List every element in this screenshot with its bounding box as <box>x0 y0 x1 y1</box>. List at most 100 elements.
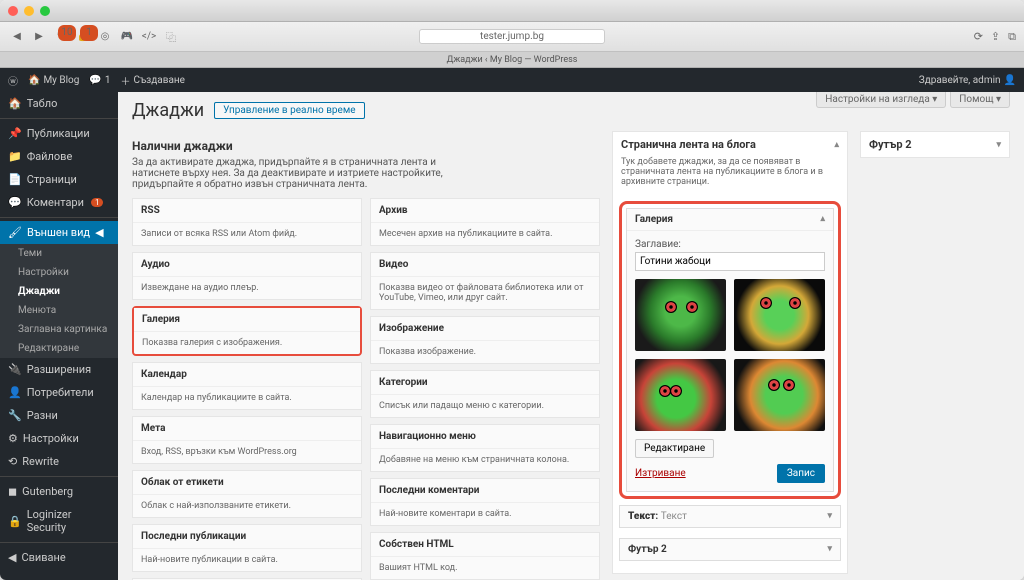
widget-desc: Добавяне на меню към страничната колона. <box>371 449 599 471</box>
widget-title[interactable]: Собствен HTML <box>371 533 599 557</box>
thumb-frog-1[interactable] <box>635 279 726 351</box>
available-widget[interactable]: КалендарКалендар на публикациите в сайта… <box>132 362 362 410</box>
gallery-title-input[interactable] <box>635 252 825 271</box>
menu-rewrite[interactable]: ⟲ Rewrite <box>0 450 118 473</box>
address-bar[interactable]: tester.jump.bg <box>419 29 605 44</box>
back-button[interactable]: ◀ <box>8 29 26 45</box>
gallery-delete-link[interactable]: Изтриване <box>635 468 686 479</box>
widget-desc: Облак с най-използваните етикети. <box>133 495 361 517</box>
widget-desc: Календар на публикациите в сайта. <box>133 387 361 409</box>
available-widget[interactable]: Навигационно менюДобавяне на меню към ст… <box>370 424 600 472</box>
available-widget[interactable]: ВидеоПоказва видео от файловата библиоте… <box>370 252 600 310</box>
thumb-frog-3[interactable] <box>635 359 726 431</box>
help-btn[interactable]: Помощ ▾ <box>950 92 1010 108</box>
widget-desc: Записи от всяка RSS или Atom фийд. <box>133 223 361 245</box>
available-widget[interactable]: Последни коментариНай-новите коментари в… <box>370 478 600 526</box>
tabs-icon[interactable]: ⧉ <box>1008 30 1016 44</box>
area-title-blog-sidebar[interactable]: Странична лента на блога▴ <box>613 132 847 157</box>
widget-desc: Извеждане на аудио плеър. <box>133 277 361 299</box>
wp-logo-icon[interactable]: ⓦ <box>8 73 18 88</box>
widget-area-blog-sidebar: Странична лента на блога▴ Тук добавете д… <box>612 131 848 574</box>
menu-files[interactable]: 📁 Файлове <box>0 145 118 168</box>
widget-desc: Списък или падащо меню с категории. <box>371 395 599 417</box>
menu-settings[interactable]: ⚙ Настройки <box>0 427 118 450</box>
gallery-edit-button[interactable]: Редактиране <box>635 439 714 458</box>
submenu-widgets[interactable]: Джаджи <box>0 282 118 301</box>
thumb-frog-4[interactable] <box>734 359 825 431</box>
available-widget[interactable]: АудиоИзвеждане на аудио плеър. <box>132 252 362 300</box>
new-content-link[interactable]: ＋ Създаване <box>120 73 185 88</box>
widget-area-footer2[interactable]: Футър 2▾ <box>860 131 1010 158</box>
share-icon[interactable]: ⇪ <box>991 30 1000 44</box>
forward-button[interactable]: ▶ <box>30 29 48 45</box>
mac-zoom-dot[interactable] <box>40 6 50 16</box>
browser-tab[interactable]: Джаджи ‹ My Blog — WordPress <box>0 52 1024 68</box>
menu-collapse[interactable]: ◀ Свиване <box>0 546 118 569</box>
toolbar-icon-heart[interactable]: ♡10 <box>52 29 70 45</box>
widget-desc: Месечен архив на публикациите в сайта. <box>371 223 599 245</box>
submenu-editor[interactable]: Редактиране <box>0 339 118 358</box>
available-widget[interactable]: КатегорииСписък или падащо меню с катего… <box>370 370 600 418</box>
placed-area-footer2[interactable]: Футър 2▾ <box>619 538 841 561</box>
widget-title[interactable]: Изображение <box>371 317 599 341</box>
gallery-title-label: Заглавие: <box>635 239 825 250</box>
live-preview-button[interactable]: Управление в реално време <box>214 102 364 119</box>
menu-loginizer[interactable]: 🔒 Loginizer Security <box>0 503 118 539</box>
toolbar-icon-screenshot[interactable]: ⿻ <box>162 29 180 45</box>
submenu-header[interactable]: Заглавна картинка <box>0 320 118 339</box>
available-widget[interactable]: RSSЗаписи от всяка RSS или Atom фийд. <box>132 198 362 246</box>
widget-title[interactable]: Галерия <box>134 308 360 332</box>
toolbar-icon-code[interactable]: </> <box>140 29 158 45</box>
menu-tools[interactable]: 🔧 Разни <box>0 404 118 427</box>
widget-title[interactable]: Последни публикации <box>133 525 361 549</box>
menu-posts[interactable]: 📌 Публикации <box>0 122 118 145</box>
menu-gutenberg[interactable]: ◼ Gutenberg <box>0 480 118 503</box>
reload-icon[interactable]: ⟳ <box>974 30 983 44</box>
widget-title[interactable]: Категории <box>371 371 599 395</box>
toolbar-icon-controller[interactable]: 🎮 <box>118 29 136 45</box>
placed-widget-gallery-header[interactable]: Галерия▴ <box>627 209 833 230</box>
available-widget[interactable]: Собствен HTMLВашият HTML код. <box>370 532 600 580</box>
thumb-frog-2[interactable] <box>734 279 825 351</box>
placed-widget-text[interactable]: Текст: Текст▾ <box>619 505 841 528</box>
submenu-customize[interactable]: Настройки <box>0 263 118 282</box>
widget-title[interactable]: Последни коментари <box>371 479 599 503</box>
widget-title[interactable]: Архив <box>371 199 599 223</box>
placed-widget-gallery: Галерия▴ Заглавие: <box>626 208 834 492</box>
gallery-thumbnails <box>635 279 825 431</box>
admin-sidebar: 🏠 Табло 📌 Публикации 📁 Файлове 📄 Страниц… <box>0 92 118 580</box>
toolbar-icon-target[interactable]: ◎ <box>96 29 114 45</box>
available-widget[interactable]: МетаВход, RSS, връзки към WordPress.org <box>132 416 362 464</box>
menu-appearance[interactable]: 🖌 Външен вид ◀ <box>0 221 118 244</box>
widget-title[interactable]: Облак от етикети <box>133 471 361 495</box>
available-widget[interactable]: ГалерияПоказва галерия с изображения. <box>132 306 362 356</box>
available-widget[interactable]: ИзображениеПоказва изображение. <box>370 316 600 364</box>
gallery-save-button[interactable]: Запис <box>777 464 825 483</box>
comments-link[interactable]: 💬 1 <box>89 75 110 86</box>
menu-pages[interactable]: 📄 Страници <box>0 168 118 191</box>
submenu-themes[interactable]: Теми <box>0 244 118 263</box>
available-widgets-heading: Налични джаджи <box>132 139 600 153</box>
widget-title[interactable]: Мета <box>133 417 361 441</box>
widget-title[interactable]: Навигационно меню <box>371 425 599 449</box>
toolbar-icon-lock[interactable]: 🔒1 <box>74 29 92 45</box>
screen-options-btn[interactable]: Настройки на изгледа ▾ <box>816 92 946 108</box>
available-widget[interactable]: АрхивМесечен архив на публикациите в сай… <box>370 198 600 246</box>
menu-plugins[interactable]: 🔌 Разширения <box>0 358 118 381</box>
howdy-link[interactable]: Здравейте, admin 👤 <box>919 75 1016 86</box>
available-widget[interactable]: Последни публикацииНай-новите публикации… <box>132 524 362 572</box>
widget-title[interactable]: Видео <box>371 253 599 277</box>
submenu-menus[interactable]: Менюта <box>0 301 118 320</box>
menu-dashboard[interactable]: 🏠 Табло <box>0 92 118 115</box>
widget-title[interactable]: Аудио <box>133 253 361 277</box>
available-widget[interactable]: Облак от етикетиОблак с най-използваните… <box>132 470 362 518</box>
mac-close-dot[interactable] <box>8 6 18 16</box>
widget-title[interactable]: RSS <box>133 199 361 223</box>
site-name-link[interactable]: 🏠 My Blog <box>28 75 79 86</box>
widget-title[interactable]: Календар <box>133 363 361 387</box>
mac-titlebar <box>0 0 1024 22</box>
menu-comments[interactable]: 💬 Коментари 1 <box>0 191 118 214</box>
widget-desc: Вашият HTML код. <box>371 557 599 579</box>
mac-minimize-dot[interactable] <box>24 6 34 16</box>
menu-users[interactable]: 👤 Потребители <box>0 381 118 404</box>
